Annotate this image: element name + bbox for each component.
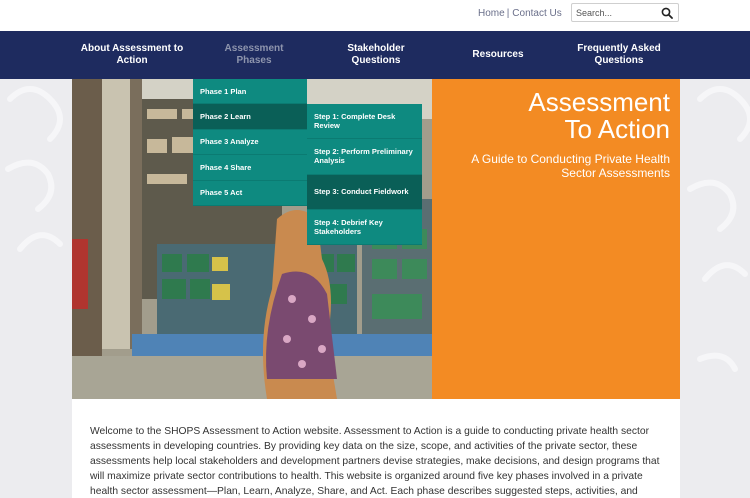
phase-menu-item-plan[interactable]: Phase 1 Plan: [193, 79, 307, 105]
nav-assessment-phases[interactable]: Assessment Phases: [212, 31, 296, 79]
nav-frequently-asked-questions[interactable]: Frequently Asked Questions: [570, 31, 668, 79]
step-menu-item-fieldwork[interactable]: Step 3: Conduct Fieldwork: [307, 174, 422, 210]
hero-banner: Assessment To Action A Guide to Conducti…: [432, 79, 680, 399]
utility-links: Home | Contact Us: [478, 8, 562, 19]
step-menu-item-desk-review[interactable]: Step 1: Complete Desk Review: [307, 104, 422, 140]
phase-menu-item-analyze[interactable]: Phase 3 Analyze: [193, 129, 307, 156]
search-icon[interactable]: [661, 7, 673, 19]
search-input[interactable]: [576, 6, 656, 20]
contact-us-link[interactable]: Contact Us: [512, 8, 561, 19]
hero-title-line2: To Action: [564, 114, 670, 144]
nav-resources[interactable]: Resources: [460, 31, 536, 79]
hero-subtitle: A Guide to Conducting Private Health Sec…: [471, 152, 670, 180]
step-menu-item-preliminary-analysis[interactable]: Step 2: Perform Preliminary Analysis: [307, 139, 422, 175]
phase-menu-item-learn[interactable]: Phase 2 Learn: [193, 104, 307, 130]
utility-separator: |: [506, 8, 510, 19]
phase-menu-item-share[interactable]: Phase 4 Share: [193, 155, 307, 181]
search-box[interactable]: [571, 3, 679, 22]
home-link[interactable]: Home: [478, 8, 505, 19]
intro-section: Welcome to the SHOPS Assessment to Actio…: [72, 399, 680, 498]
nav-about-assessment-to-action[interactable]: About Assessment to Action: [78, 31, 186, 79]
hero-title: Assessment To Action: [528, 89, 670, 143]
main-navigation: About Assessment to Action Assessment Ph…: [0, 31, 750, 79]
hero-title-line1: Assessment: [528, 87, 670, 117]
phases-dropdown: Phase 1 Plan Phase 2 Learn Phase 3 Analy…: [193, 79, 307, 206]
intro-paragraph: Welcome to the SHOPS Assessment to Actio…: [90, 426, 660, 497]
steps-submenu: Step 1: Complete Desk Review Step 2: Per…: [307, 104, 422, 246]
phase-menu-item-act[interactable]: Phase 5 Act: [193, 180, 307, 206]
nav-stakeholder-questions[interactable]: Stakeholder Questions: [334, 31, 418, 79]
step-menu-item-debrief[interactable]: Step 4: Debrief Key Stakeholders: [307, 209, 422, 246]
top-utility-bar: Home | Contact Us: [0, 0, 750, 31]
